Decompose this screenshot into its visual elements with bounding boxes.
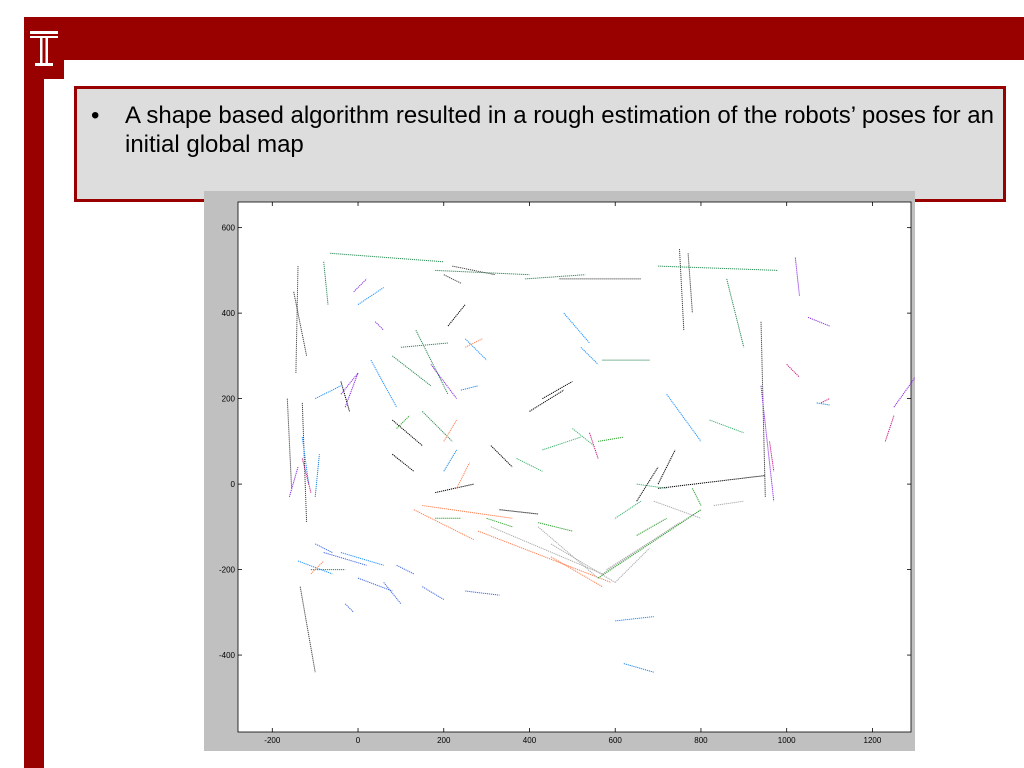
y-tick-label: -400 [219, 651, 236, 660]
bullet-text: A shape based algorithm resulted in a ro… [125, 102, 994, 158]
t-logo-icon [30, 31, 58, 66]
y-tick-label: 200 [222, 395, 236, 404]
y-tick-label: 600 [222, 224, 236, 233]
x-tick-label: 600 [609, 736, 623, 745]
left-band [24, 17, 44, 768]
y-tick-label: -200 [219, 566, 236, 575]
y-tick-label: 0 [231, 480, 236, 489]
header-band [24, 17, 1024, 60]
map-plot: -200 0 200 400 600 800 1000 1200 -400 -200 0 200 400… [219, 201, 915, 745]
bullet-box: • A shape based algorithm resulted in a … [74, 86, 1006, 202]
x-tick-label: 800 [694, 736, 708, 745]
x-tick-label: 400 [523, 736, 537, 745]
temple-t-logo [24, 23, 64, 79]
x-tick-label: -200 [264, 736, 281, 745]
y-tick-label: 400 [222, 309, 236, 318]
x-tick-label: 1000 [778, 736, 796, 745]
figure-panel: -200 0 200 400 600 800 1000 1200 -400 -200 0 200 400… [204, 191, 915, 751]
plot-area [237, 201, 912, 733]
x-tick-label: 0 [356, 736, 361, 745]
x-tick-label: 200 [437, 736, 451, 745]
bullet-marker: • [91, 102, 100, 129]
x-tick-label: 1200 [864, 736, 882, 745]
